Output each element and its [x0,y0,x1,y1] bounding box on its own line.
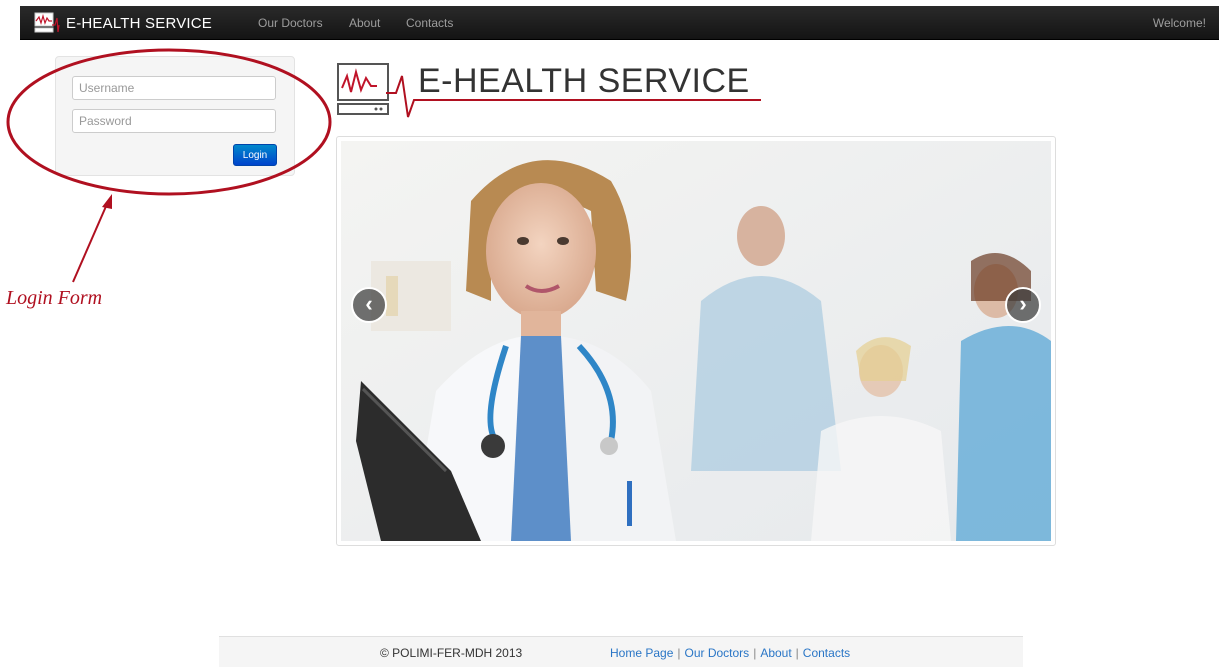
footer-link-our-doctors[interactable]: Our Doctors [685,646,750,660]
footer-separator: | [677,646,681,660]
footer-separator: | [753,646,757,660]
annotation-label: Login Form [6,287,103,309]
page-title: E-HEALTH SERVICE [418,62,750,100]
image-carousel: ‹ › [336,136,1056,546]
carousel-prev-button[interactable]: ‹ [351,287,387,323]
welcome-text: Welcome! [1152,16,1206,30]
footer: © POLIMI-FER-MDH 2013 Home Page | Our Doct… [219,636,1023,667]
footer-link-home[interactable]: Home Page [610,646,673,660]
footer-link-about[interactable]: About [760,646,791,660]
footer-separator: | [795,646,799,660]
annotation-ellipse [6,48,332,283]
nav-contacts[interactable]: Contacts [406,16,453,30]
footer-links: Home Page | Our Doctors | About | Contacts [610,646,850,660]
nav-about[interactable]: About [349,16,380,30]
doctor-photo-image [341,141,1051,541]
footer-link-contacts[interactable]: Contacts [803,646,850,660]
footer-copyright: © POLIMI-FER-MDH 2013 [380,646,523,660]
carousel-next-button[interactable]: › [1005,287,1041,323]
